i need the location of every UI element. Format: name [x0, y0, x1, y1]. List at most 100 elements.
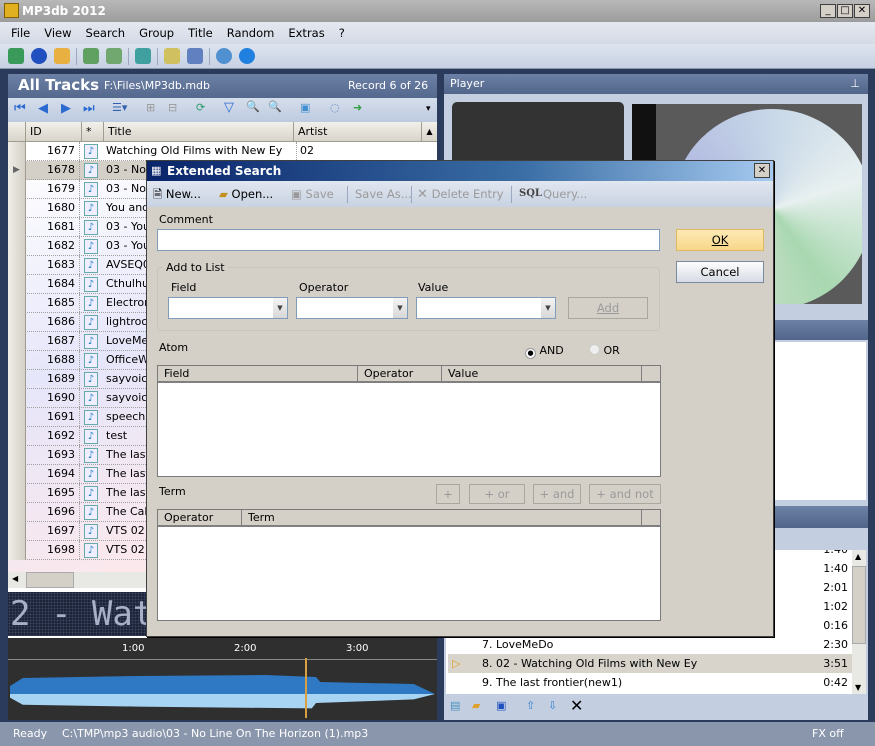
pin-icon[interactable]: ⊥ — [850, 74, 860, 94]
play-cd-icon[interactable] — [31, 48, 47, 64]
playhead[interactable] — [305, 658, 307, 718]
row-indicator[interactable] — [8, 408, 26, 427]
menu-title[interactable]: Title — [181, 22, 220, 44]
row-indicator[interactable] — [8, 294, 26, 313]
value-dropdown[interactable]: ▼ — [416, 297, 556, 319]
row-indicator[interactable] — [8, 313, 26, 332]
row-indicator[interactable] — [8, 275, 26, 294]
minimize-button[interactable]: _ — [820, 4, 836, 18]
filter-icon[interactable]: ▽ — [224, 100, 234, 115]
row-indicator[interactable] — [8, 142, 26, 161]
scrollbar-thumb[interactable] — [852, 566, 866, 644]
row-indicator[interactable] — [8, 237, 26, 256]
row-indicator[interactable] — [8, 503, 26, 522]
dialog-close-button[interactable]: ✕ — [754, 163, 770, 178]
close-button[interactable]: ✕ — [854, 4, 870, 18]
database-icon[interactable]: ▣ — [300, 101, 310, 114]
scrollbar-thumb[interactable] — [26, 572, 74, 588]
playlist-scrollbar[interactable]: ▲ ▼ — [852, 550, 866, 694]
column-value[interactable]: Value — [442, 366, 642, 383]
atom-list[interactable]: Field Operator Value — [157, 365, 661, 477]
row-indicator[interactable] — [8, 465, 26, 484]
menu-help[interactable]: ? — [332, 22, 352, 44]
export-icon[interactable]: ➜ — [353, 101, 362, 114]
field-dropdown[interactable]: ▼ — [168, 297, 288, 319]
refresh-icon[interactable]: ⟳ — [196, 101, 205, 114]
row-indicator[interactable] — [8, 351, 26, 370]
search-icon[interactable] — [164, 48, 180, 64]
row-indicator[interactable] — [8, 332, 26, 351]
open-folder-icon[interactable]: ▰ — [472, 699, 480, 712]
expand-icon[interactable]: ⊞ — [146, 101, 155, 114]
menu-view[interactable]: View — [37, 22, 78, 44]
column-operator[interactable]: Operator — [358, 366, 442, 383]
operator-dropdown[interactable]: ▼ — [296, 297, 408, 319]
prev-record-icon[interactable]: ◀ — [38, 101, 48, 116]
row-indicator[interactable] — [8, 218, 26, 237]
column-field[interactable]: Field — [158, 366, 358, 383]
table-row[interactable]: 1677 ♪ Watching Old Films with New Ey 02 — [8, 142, 422, 161]
row-indicator[interactable] — [8, 389, 26, 408]
save-button[interactable]: ▣ Save — [291, 181, 334, 207]
playlist-item[interactable]: 7. LoveMeDo 2:30 — [448, 635, 852, 654]
gear-icon[interactable] — [216, 48, 232, 64]
find-icon[interactable]: 🔍 — [246, 100, 260, 113]
menu-extras[interactable]: Extras — [281, 22, 331, 44]
ok-button[interactable]: OK — [676, 229, 764, 251]
menu-random[interactable]: Random — [220, 22, 282, 44]
new-button[interactable]: 🗎 New... — [153, 181, 201, 207]
row-indicator[interactable]: ▶ — [8, 161, 26, 180]
add-button[interactable]: Add — [568, 297, 648, 319]
column-artist[interactable]: Artist — [294, 122, 422, 142]
menu-file[interactable]: File — [4, 22, 37, 44]
column-id[interactable]: ID — [26, 122, 82, 142]
next-record-icon[interactable]: ▶ — [61, 101, 71, 116]
toolbar-overflow-icon[interactable]: ▾ — [426, 104, 431, 114]
delete-entry-button[interactable]: ✕ Delete Entry — [417, 181, 504, 208]
plus-and-button[interactable]: + and — [533, 484, 581, 504]
first-record-icon[interactable]: ⏮ — [14, 101, 26, 116]
row-indicator[interactable] — [8, 541, 26, 560]
open-folder-icon[interactable] — [54, 48, 70, 64]
row-indicator[interactable] — [8, 427, 26, 446]
row-indicator[interactable] — [8, 199, 26, 218]
column-title[interactable]: Title — [104, 122, 294, 142]
row-indicator[interactable] — [8, 446, 26, 465]
row-indicator[interactable] — [8, 180, 26, 199]
plus-and-not-button[interactable]: + and not — [589, 484, 661, 504]
row-indicator[interactable] — [8, 370, 26, 389]
row-indicator[interactable] — [8, 522, 26, 541]
save-as-button[interactable]: Save As... — [355, 181, 412, 207]
move-down-icon[interactable]: ⇩ — [548, 699, 557, 712]
find-next-icon[interactable]: 🔍 — [268, 100, 282, 113]
plus-or-button[interactable]: + or — [469, 484, 525, 504]
rip-cd-icon[interactable] — [106, 48, 122, 64]
waveform-view[interactable]: 1:00 2:00 3:00 — [8, 638, 437, 720]
or-radio[interactable]: OR — [589, 344, 620, 357]
add-files-icon[interactable] — [8, 48, 24, 64]
query-button[interactable]: Query... — [543, 181, 587, 207]
row-indicator[interactable] — [8, 484, 26, 503]
menu-group[interactable]: Group — [132, 22, 181, 44]
last-record-icon[interactable]: ⏭ — [83, 101, 95, 116]
and-radio[interactable]: ● AND — [525, 344, 564, 359]
column-type[interactable]: * — [82, 122, 104, 142]
plus-button[interactable]: + — [436, 484, 460, 504]
row-indicator[interactable] — [8, 256, 26, 275]
refresh-icon[interactable] — [135, 48, 151, 64]
column-operator[interactable]: Operator — [158, 510, 242, 527]
save-icon[interactable]: ▣ — [496, 699, 506, 712]
delete-icon[interactable]: ✕ — [570, 696, 583, 715]
open-button[interactable]: ▰ Open... — [219, 181, 273, 207]
cd-cover-icon[interactable] — [187, 48, 203, 64]
new-playlist-icon[interactable]: ▤ — [450, 699, 460, 712]
move-up-icon[interactable]: ⇧ — [526, 699, 535, 712]
scroll-up-button[interactable]: ▲ — [422, 122, 437, 142]
column-term[interactable]: Term — [242, 510, 642, 527]
playlist-item[interactable]: 9. The last frontier(new1) 0:42 — [448, 673, 852, 692]
comment-input[interactable] — [157, 229, 660, 251]
group-icon[interactable]: ☰▾ — [112, 101, 127, 114]
collapse-icon[interactable]: ⊟ — [168, 101, 177, 114]
maximize-button[interactable]: □ — [837, 4, 853, 18]
link-icon[interactable]: ◌ — [330, 101, 340, 114]
